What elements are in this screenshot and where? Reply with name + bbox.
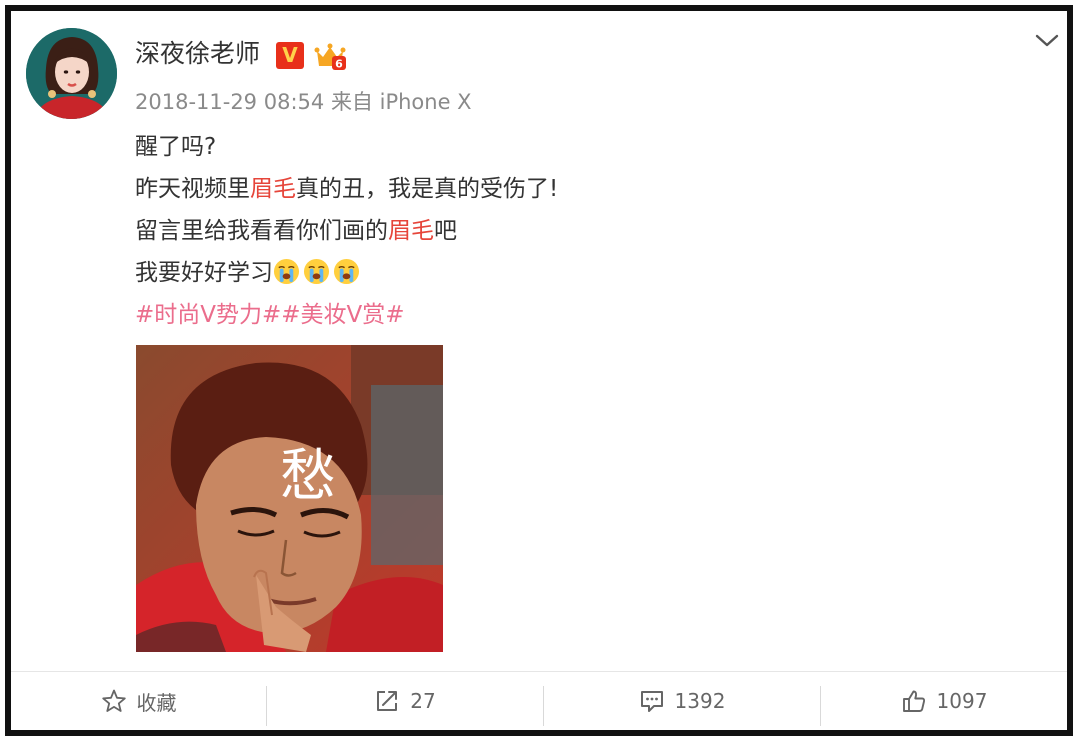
repost-button[interactable]: 27	[267, 672, 543, 730]
comment-icon	[640, 691, 663, 712]
level-number: 6	[335, 58, 343, 71]
post-content: 醒了吗? 昨天视频里眉毛真的丑，我是真的受伤了! 留言里给我看看你们画的眉毛吧 …	[135, 126, 558, 336]
crying-face-icon	[303, 258, 330, 285]
favorite-label: 收藏	[136, 690, 177, 715]
text-span: 留言里给我看看你们画的	[135, 218, 388, 244]
thumbs-up-icon	[902, 690, 925, 712]
repost-count: 27	[410, 689, 436, 713]
post-line: 留言里给我看看你们画的眉毛吧	[135, 210, 558, 252]
topic-hashtags[interactable]: #时尚V势力##美妆V赏#	[135, 294, 558, 336]
text-span: 我要好好学习	[135, 260, 273, 286]
source-prefix: 来自	[330, 90, 373, 114]
post-line: 我要好好学习	[135, 252, 558, 294]
text-span: 吧	[434, 218, 457, 244]
share-arrow-icon	[377, 691, 398, 711]
text-span: 真的丑，我是真的受伤了!	[296, 176, 559, 202]
like-count: 1097	[936, 689, 988, 713]
chevron-down-icon[interactable]	[1034, 30, 1060, 52]
weibo-post-card: 深夜徐老师 V 6 2018-11-29 08:54 来自 iPhone X 醒…	[5, 5, 1073, 736]
star-icon	[101, 689, 126, 712]
highlight-keyword[interactable]: 眉毛	[388, 218, 434, 244]
crying-face-icon	[273, 258, 300, 285]
like-button[interactable]: 1097	[821, 672, 1067, 730]
favorite-button[interactable]: 收藏	[11, 672, 266, 730]
verified-v-badge: V	[276, 42, 304, 69]
image-caption-text: 愁	[280, 444, 336, 509]
post-line: 昨天视频里眉毛真的丑，我是真的受伤了!	[135, 168, 558, 210]
text-span: 昨天视频里	[135, 176, 250, 202]
avatar[interactable]	[26, 28, 117, 119]
action-toolbar: 收藏 27 1392 1097	[11, 672, 1067, 730]
highlight-keyword[interactable]: 眉毛	[250, 176, 296, 202]
crying-face-icon	[333, 258, 360, 285]
post-line: 醒了吗?	[135, 134, 217, 160]
username[interactable]: 深夜徐老师	[135, 37, 260, 71]
comment-button[interactable]: 1392	[544, 672, 820, 730]
post-image[interactable]: 愁	[136, 345, 443, 652]
source-device: iPhone X	[379, 90, 472, 114]
comment-count: 1392	[674, 689, 726, 713]
post-meta: 2018-11-29 08:54 来自 iPhone X	[135, 88, 472, 116]
post-timestamp[interactable]: 2018-11-29 08:54	[135, 90, 324, 114]
level-crown-icon: 6	[314, 43, 346, 71]
